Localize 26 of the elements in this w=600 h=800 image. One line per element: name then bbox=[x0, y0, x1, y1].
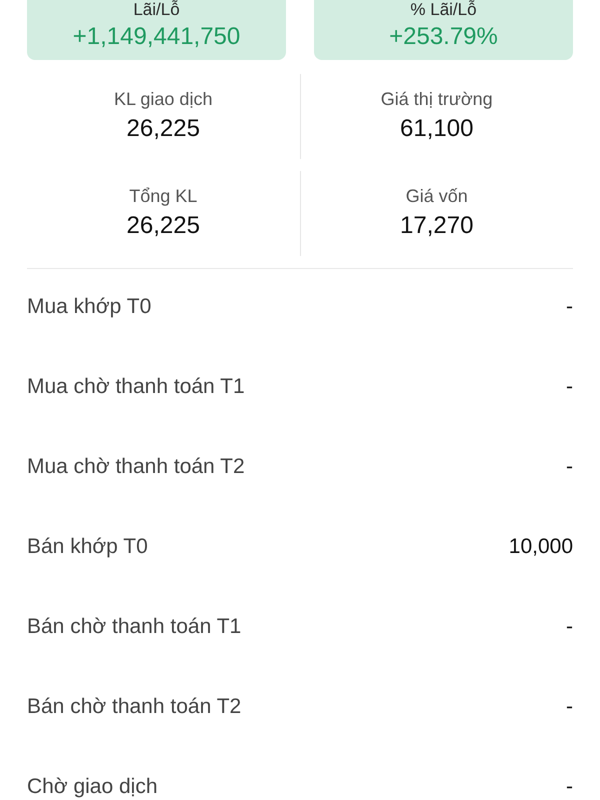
card-label: Lãi/Lỗ bbox=[133, 0, 180, 20]
card-value: +1,149,441,750 bbox=[72, 22, 240, 52]
detail-value: - bbox=[566, 695, 573, 719]
detail-value: - bbox=[566, 375, 573, 399]
stat-value: 26,225 bbox=[126, 211, 200, 241]
detail-label: Mua chờ thanh toán T2 bbox=[27, 455, 245, 479]
stat-value: 61,100 bbox=[400, 114, 474, 144]
card-value: +253.79% bbox=[389, 22, 498, 52]
stat-label: Tổng KL bbox=[129, 185, 198, 207]
detail-value: - bbox=[566, 295, 573, 319]
detail-label: Mua khớp T0 bbox=[27, 295, 152, 319]
detail-value: - bbox=[566, 775, 573, 799]
stat-label: Giá vốn bbox=[406, 185, 468, 207]
detail-label: Bán chờ thanh toán T2 bbox=[27, 695, 242, 719]
detail-label: Bán khớp T0 bbox=[27, 535, 148, 559]
detail-value: - bbox=[566, 615, 573, 639]
detail-label: Chờ giao dịch bbox=[27, 775, 158, 799]
detail-value: - bbox=[566, 455, 573, 479]
stat-value: 17,270 bbox=[400, 211, 474, 241]
stat-label: Giá thị trường bbox=[380, 88, 493, 110]
card-label: % Lãi/Lỗ bbox=[410, 0, 477, 20]
stat-value: 26,225 bbox=[126, 114, 200, 144]
detail-value: 10,000 bbox=[508, 535, 573, 559]
detail-label: Mua chờ thanh toán T1 bbox=[27, 375, 245, 399]
stat-label: KL giao dịch bbox=[114, 88, 212, 110]
detail-label: Bán chờ thanh toán T1 bbox=[27, 615, 242, 639]
